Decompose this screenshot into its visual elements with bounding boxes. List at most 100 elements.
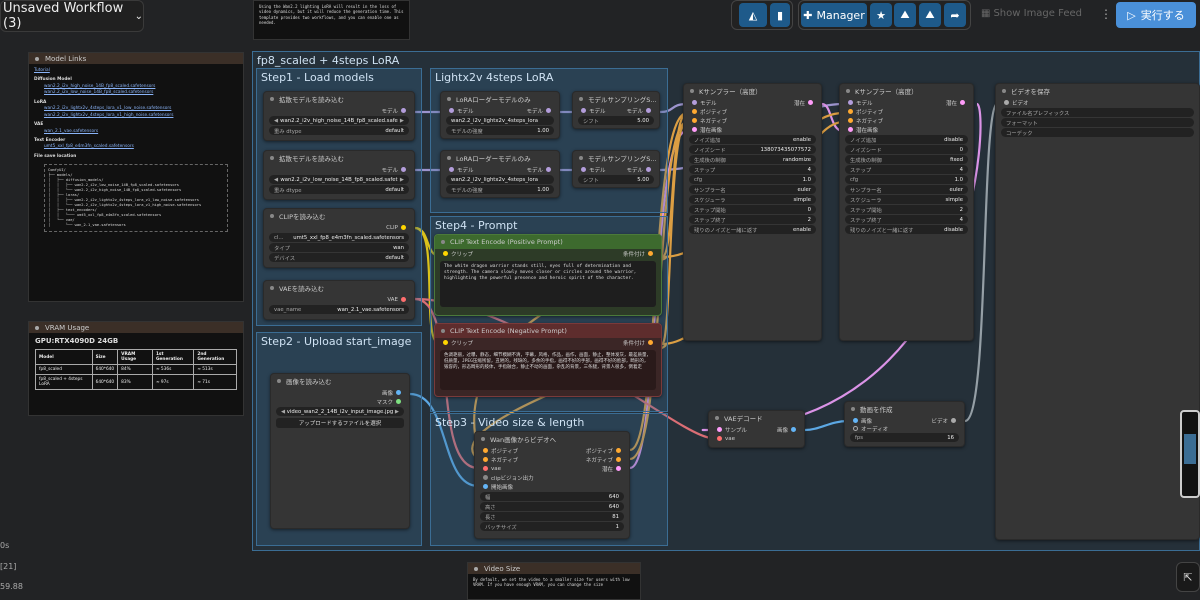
fps-widget[interactable]: fps 16 bbox=[850, 433, 959, 442]
filename-prefix-widget[interactable]: ファイル名プレフィックス bbox=[1001, 108, 1194, 117]
collapse-dot-icon[interactable] bbox=[277, 379, 281, 383]
comfy-logo-button[interactable]: ◭ bbox=[739, 3, 767, 27]
arrow-left-icon[interactable]: ◀ bbox=[274, 177, 278, 183]
arrow-left-icon[interactable]: ◀ bbox=[281, 409, 285, 415]
return-noise-widget[interactable]: 残りのノイズと一緒に返す enable bbox=[689, 225, 816, 234]
output-latent-socket[interactable] bbox=[808, 100, 813, 105]
clip-device-widget[interactable]: デバイス default bbox=[269, 253, 409, 262]
output-image-socket[interactable] bbox=[396, 390, 401, 395]
output-negative-socket[interactable] bbox=[616, 457, 621, 462]
steps-widget[interactable]: ステップ 4 bbox=[689, 165, 816, 174]
model-sampling-1-node[interactable]: モデルサンプリングS... モデル モデル シフト 5.00 bbox=[572, 91, 660, 129]
show-feed-button[interactable]: ▦ Show Image Feed bbox=[981, 8, 1082, 19]
arrow-left-icon[interactable]: ◀ bbox=[274, 118, 278, 124]
lora-strength-widget[interactable]: モデルの強度 1.00 bbox=[446, 126, 554, 135]
steps-widget[interactable]: ステップ 4 bbox=[845, 165, 968, 174]
wan-i2v-node[interactable]: Wan画像からビデオへ ポジティブ ポジティブ ネガティブ ネガティブ vae 潜在 … bbox=[474, 431, 630, 539]
lora-name-widget[interactable]: wan2.2_i2v_lightx2v_4steps_lora bbox=[446, 116, 554, 125]
upload-button[interactable]: アップロードするファイルを選択 bbox=[276, 418, 404, 428]
lora-link-2[interactable]: wan2.2_i2v_lightx2v_4steps_lora_v1_high_… bbox=[44, 113, 238, 119]
shift-widget[interactable]: シフト 5.00 bbox=[578, 175, 654, 184]
codec-widget[interactable]: コーデック bbox=[1001, 128, 1194, 137]
create-video-node[interactable]: 動画を作成 画像 ビデオ オーディオ fps 16 bbox=[844, 401, 965, 447]
output-image-socket[interactable] bbox=[791, 427, 796, 432]
vae-loader-node[interactable]: VAEを読み込む VAE vae_name wan_2.1_vae.safeten… bbox=[263, 280, 415, 320]
input-clipvision-socket[interactable] bbox=[483, 475, 488, 480]
length-widget[interactable]: 長さ 81 bbox=[480, 512, 624, 521]
vae-link[interactable]: wan_2.1_vae.safetensors bbox=[44, 129, 238, 135]
batch-widget[interactable]: バッチサイズ 1 bbox=[480, 522, 624, 531]
input-clip-socket[interactable] bbox=[443, 340, 448, 345]
input-start-image-socket[interactable] bbox=[483, 484, 488, 489]
clip-loader-node[interactable]: CLIPを読み込む CLIP cl... umt5_xxl_fp8_e4m3fn_… bbox=[263, 208, 415, 268]
node-tool-button[interactable]: ⛰ bbox=[894, 3, 916, 27]
cfg-widget[interactable]: cfg 1.0 bbox=[689, 175, 816, 184]
chevron-down-icon[interactable]: ⌄ bbox=[135, 11, 143, 22]
output-positive-socket[interactable] bbox=[616, 448, 621, 453]
add-noise-widget[interactable]: ノイズ追加 disable bbox=[845, 135, 968, 144]
arrow-right-icon[interactable]: ▶ bbox=[400, 118, 404, 124]
input-audio-socket[interactable] bbox=[853, 426, 858, 431]
load-image-node[interactable]: 画像を読み込む 画像 マスク ◀ video_wan2_2_14B_i2v_inp… bbox=[270, 373, 410, 529]
end-step-widget[interactable]: ステップ終了 4 bbox=[845, 215, 968, 224]
output-model-socket[interactable] bbox=[401, 167, 406, 172]
arrow-right-icon[interactable]: ▶ bbox=[395, 409, 399, 415]
workflow-tab[interactable]: Unsaved Workflow (3) ⌄ bbox=[0, 0, 144, 32]
collapse-dot-icon[interactable] bbox=[690, 89, 694, 93]
lora-loader-low-node[interactable]: LoRAローダーモデルのみ モデル モデル wan2.2_i2v_lightx2v… bbox=[440, 150, 560, 198]
input-vae-socket[interactable] bbox=[717, 436, 722, 441]
input-clip-socket[interactable] bbox=[443, 251, 448, 256]
input-vae-socket[interactable] bbox=[483, 466, 488, 471]
input-video-socket[interactable] bbox=[1004, 100, 1009, 105]
diffusion-link-2[interactable]: wan2.2_i2v_low_noise_14B_fp8_scaled.safe… bbox=[44, 90, 238, 96]
output-video-socket[interactable] bbox=[951, 418, 956, 423]
input-positive-socket[interactable] bbox=[692, 109, 697, 114]
collapse-dot-icon[interactable] bbox=[846, 89, 850, 93]
collapse-dot-icon[interactable] bbox=[441, 240, 445, 244]
collapse-dot-icon[interactable] bbox=[579, 156, 583, 160]
ksampler-1-node[interactable]: Kサンプラー（高度） モデル 潜在 ポジティブ ネガティブ 潜在画像 ノイズ追加 e… bbox=[683, 83, 822, 341]
start-step-widget[interactable]: ステップ開始 0 bbox=[689, 205, 816, 214]
start-step-widget[interactable]: ステップ開始 2 bbox=[845, 205, 968, 214]
collapse-dot-icon[interactable] bbox=[447, 156, 451, 160]
sampler-widget[interactable]: サンプラー名 euler bbox=[845, 185, 968, 194]
input-model-socket[interactable] bbox=[449, 167, 454, 172]
dtype-widget[interactable]: 重み dtype default bbox=[269, 185, 409, 194]
collapse-dot-icon[interactable] bbox=[481, 437, 485, 441]
save-video-node[interactable]: ビデオを保存 ビデオ ファイル名プレフィックス フォーマット コーデック bbox=[995, 83, 1200, 540]
output-latent-socket[interactable] bbox=[616, 466, 621, 471]
cfg-widget[interactable]: cfg 1.0 bbox=[845, 175, 968, 184]
positive-prompt-node[interactable]: CLIP Text Encode (Positive Prompt) クリップ 条… bbox=[434, 234, 662, 316]
input-model-socket[interactable] bbox=[449, 108, 454, 113]
control-widget[interactable]: 生成後の制御 fixed bbox=[845, 155, 968, 164]
input-samples-socket[interactable] bbox=[717, 427, 722, 432]
output-mask-socket[interactable] bbox=[396, 399, 401, 404]
output-model-socket[interactable] bbox=[546, 108, 551, 113]
select-tool-button[interactable]: ⇱ bbox=[1176, 562, 1200, 592]
output-model-socket[interactable] bbox=[646, 167, 651, 172]
unet-name-widget[interactable]: ◀ wan2.2_i2v_low_noise_14B_fp8_scaled.saf… bbox=[269, 175, 409, 184]
star-button[interactable]: ★ bbox=[870, 3, 892, 27]
positive-prompt-textarea[interactable]: The white dragon warrior stands still, e… bbox=[440, 261, 656, 307]
collapse-dot-icon[interactable] bbox=[441, 329, 445, 333]
negative-prompt-textarea[interactable]: 色调艳丽，过曝，静态，细节模糊不清，字幕，风格，作品，画作，画面，静止，整体发灰… bbox=[440, 350, 656, 390]
lora-name-widget[interactable]: wan2.2_i2v_lightx2v_4steps_lora bbox=[446, 175, 554, 184]
output-model-socket[interactable] bbox=[546, 167, 551, 172]
input-positive-socket[interactable] bbox=[483, 448, 488, 453]
unet-loader-high-node[interactable]: 拡散モデルを読み込む モデル ◀ wan2.2_i2v_high_noise_14… bbox=[263, 91, 415, 141]
collapse-dot-icon[interactable] bbox=[851, 407, 855, 411]
output-clip-socket[interactable] bbox=[401, 225, 406, 230]
run-button[interactable]: ▷ 実行する bbox=[1116, 2, 1196, 28]
return-noise-widget[interactable]: 残りのノイズと一緒に返す disable bbox=[845, 225, 968, 234]
negative-prompt-node[interactable]: CLIP Text Encode (Negative Prompt) クリップ 条… bbox=[434, 323, 662, 397]
collapse-dot-icon[interactable] bbox=[270, 97, 274, 101]
minimap[interactable] bbox=[1180, 410, 1200, 498]
input-latent-socket[interactable] bbox=[692, 127, 697, 132]
collapse-dot-icon[interactable] bbox=[447, 97, 451, 101]
collapse-dot-icon[interactable] bbox=[1002, 89, 1006, 93]
input-model-socket[interactable] bbox=[581, 167, 586, 172]
unet-loader-low-node[interactable]: 拡散モデルを読み込む モデル ◀ wan2.2_i2v_low_noise_14B… bbox=[263, 150, 415, 200]
output-conditioning-socket[interactable] bbox=[648, 251, 653, 256]
bookmark-button[interactable]: ▮ bbox=[770, 3, 790, 27]
dtype-widget[interactable]: 重み dtype default bbox=[269, 126, 409, 135]
